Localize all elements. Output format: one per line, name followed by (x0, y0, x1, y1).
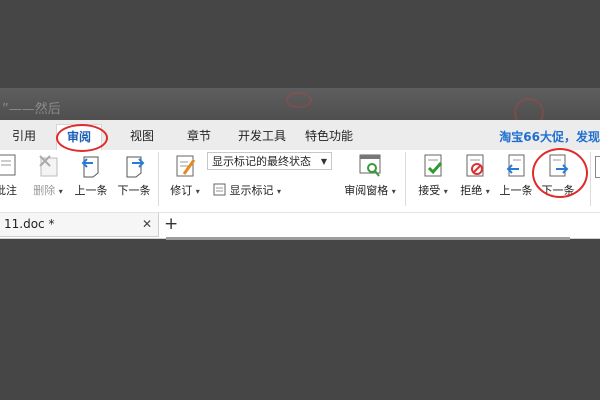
review-pane-button[interactable]: 审阅窗格 ▾ (337, 150, 403, 198)
track-changes-icon (172, 152, 198, 180)
tab-developer-tools[interactable]: 开发工具 (238, 127, 286, 144)
review-toolbar: 批注 删除 ▾ 上一条 下一条 修订 ▾ 显示标记的最终状态 ▼ 显示标记 ▾ … (0, 150, 600, 212)
promo-link[interactable]: 淘宝66大促，发现金 (499, 128, 600, 145)
new-tab-plus-icon[interactable]: + (164, 214, 178, 234)
document-tab[interactable]: 11.doc * ✕ (0, 213, 159, 237)
next-comment-button[interactable]: 下一条 (106, 150, 162, 198)
show-markup-button[interactable]: 显示标记 ▾ (213, 182, 281, 198)
prev-comment-icon (78, 152, 104, 180)
faded-highlight-circle (286, 92, 312, 108)
tab-view[interactable]: 视图 (130, 127, 154, 144)
review-tab-highlight-circle (56, 124, 108, 152)
overflow-tool-edge (595, 156, 600, 178)
divider (590, 152, 591, 206)
prev-change-icon (503, 152, 529, 180)
tab-scroll-thumb[interactable] (166, 237, 570, 240)
tab-chapter[interactable]: 章节 (187, 127, 211, 144)
close-icon[interactable]: ✕ (142, 213, 152, 235)
document-tabbar: 11.doc * ✕ + (0, 212, 600, 240)
review-pane-icon (357, 152, 383, 180)
reject-icon (462, 152, 488, 180)
background-faded-text: ”——然后 (2, 102, 61, 117)
tab-special-features[interactable]: 特色功能 (305, 127, 353, 144)
tab-references[interactable]: 引用 (12, 127, 36, 144)
delete-icon (35, 152, 61, 180)
next-comment-icon (121, 152, 147, 180)
display-state-dropdown[interactable]: 显示标记的最终状态 ▼ (207, 152, 332, 170)
show-markup-icon (213, 183, 226, 196)
comment-icon (0, 152, 19, 180)
track-changes-button[interactable]: 修订 ▾ (157, 150, 213, 198)
next-change-highlight-circle (532, 148, 588, 198)
accept-icon (420, 152, 446, 180)
chevron-down-icon: ▼ (320, 157, 327, 166)
